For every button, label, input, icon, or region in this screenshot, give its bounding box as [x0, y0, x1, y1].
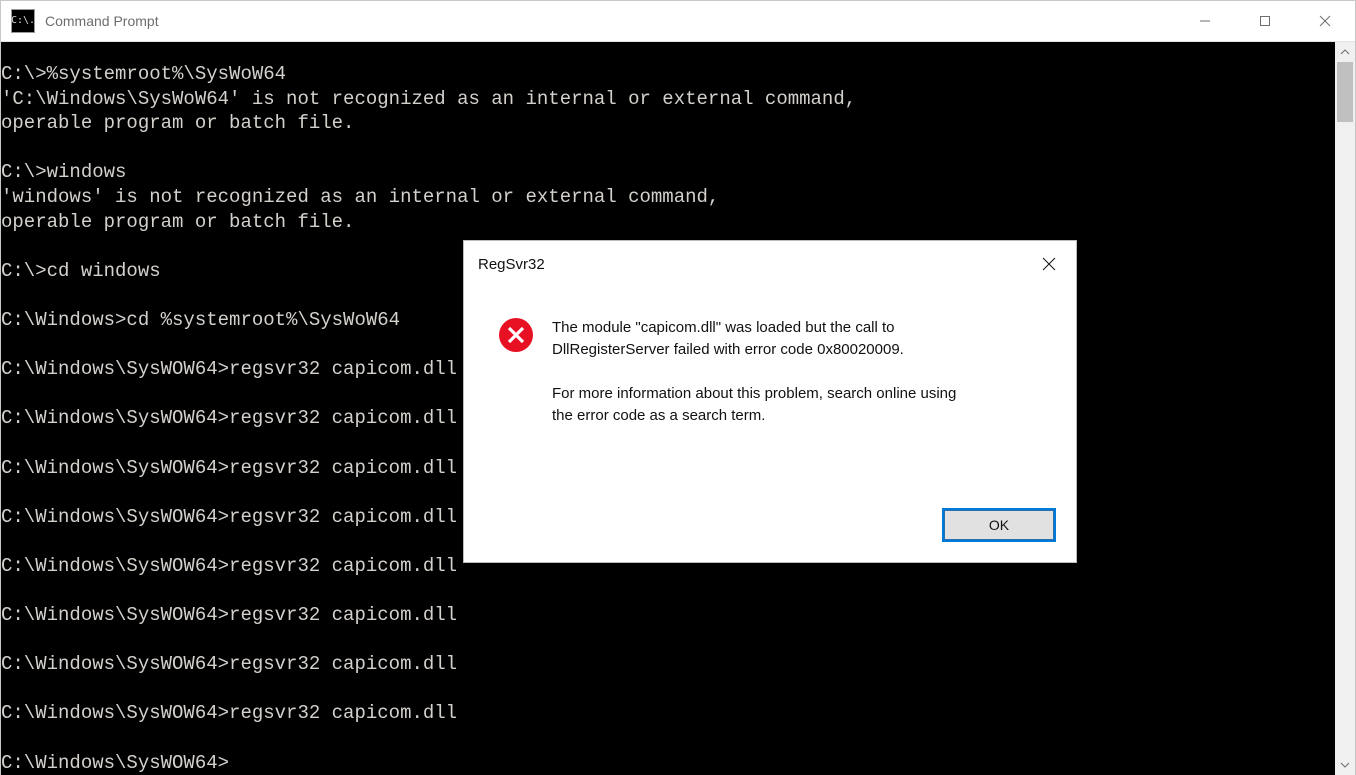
- terminal-area: C:\>%systemroot%\SysWoW64'C:\Windows\Sys…: [1, 42, 1355, 775]
- maximize-icon: [1259, 15, 1271, 27]
- dialog-footer: OK: [464, 508, 1076, 562]
- dialog-titlebar[interactable]: RegSvr32: [464, 241, 1076, 287]
- minimize-icon: [1199, 15, 1211, 27]
- error-icon: [498, 317, 534, 353]
- window-title: Command Prompt: [45, 13, 159, 29]
- terminal-line: [1, 677, 1335, 702]
- ok-button[interactable]: OK: [942, 508, 1056, 542]
- terminal-line: operable program or batch file.: [1, 111, 1335, 136]
- cmd-window: C:\. Command Prompt C:\>%systemroot%\Sys…: [0, 0, 1356, 775]
- terminal-line: C:\>%systemroot%\SysWoW64: [1, 62, 1335, 87]
- dialog-message: The module "capicom.dll" was loaded but …: [552, 317, 956, 508]
- terminal-line: C:\Windows\SysWOW64>regsvr32 capicom.dll: [1, 652, 1335, 677]
- cmd-icon: C:\.: [11, 9, 35, 33]
- titlebar[interactable]: C:\. Command Prompt: [1, 1, 1355, 42]
- minimize-button[interactable]: [1175, 1, 1235, 41]
- terminal-line: C:\Windows\SysWOW64>regsvr32 capicom.dll: [1, 701, 1335, 726]
- terminal-line: [1, 628, 1335, 653]
- dialog-message-line: The module "capicom.dll" was loaded but …: [552, 317, 956, 339]
- terminal-line: [1, 136, 1335, 161]
- scroll-up-arrow-icon[interactable]: [1335, 42, 1355, 62]
- terminal-line: C:\Windows\SysWOW64>regsvr32 capicom.dll: [1, 603, 1335, 628]
- dialog-message-line: the error code as a search term.: [552, 405, 956, 427]
- regsvr32-dialog: RegSvr32 The module "capicom.dll" was lo…: [463, 240, 1077, 563]
- maximize-button[interactable]: [1235, 1, 1295, 41]
- dialog-close-button[interactable]: [1022, 241, 1076, 287]
- terminal-line: [1, 726, 1335, 751]
- dialog-message-line: For more information about this problem,…: [552, 383, 956, 405]
- close-icon: [1042, 257, 1056, 271]
- vertical-scrollbar[interactable]: [1335, 42, 1355, 775]
- window-controls: [1175, 1, 1355, 41]
- terminal-line: 'C:\Windows\SysWoW64' is not recognized …: [1, 87, 1335, 112]
- dialog-title: RegSvr32: [478, 256, 545, 273]
- scroll-thumb[interactable]: [1337, 62, 1353, 122]
- scroll-track[interactable]: [1335, 62, 1355, 755]
- dialog-body: The module "capicom.dll" was loaded but …: [464, 287, 1076, 508]
- dialog-message-line: DllRegisterServer failed with error code…: [552, 339, 956, 361]
- terminal-line: C:\Windows\SysWOW64>: [1, 751, 1335, 775]
- terminal-line: operable program or batch file.: [1, 210, 1335, 235]
- close-button[interactable]: [1295, 1, 1355, 41]
- close-icon: [1319, 15, 1331, 27]
- terminal-line: C:\>windows: [1, 160, 1335, 185]
- scroll-down-arrow-icon[interactable]: [1335, 755, 1355, 775]
- terminal-line: 'windows' is not recognized as an intern…: [1, 185, 1335, 210]
- terminal-line: [1, 578, 1335, 603]
